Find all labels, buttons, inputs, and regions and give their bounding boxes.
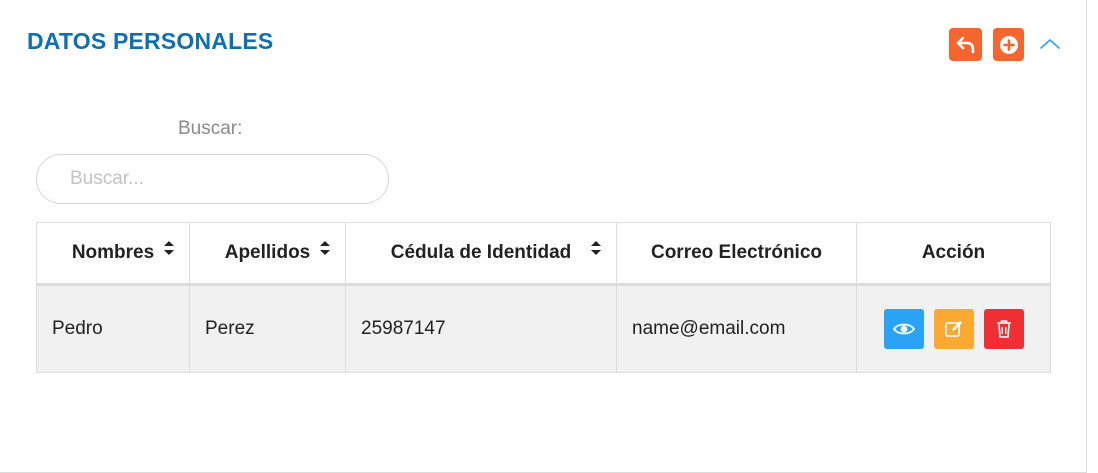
column-header-correo: Correo Electrónico: [616, 222, 857, 286]
cell-actions: [856, 284, 1051, 373]
column-header-cedula[interactable]: Cédula de Identidad: [345, 222, 617, 286]
panel-title: DATOS PERSONALES: [27, 28, 274, 54]
eye-icon: [892, 323, 915, 335]
sort-icon: [591, 241, 601, 255]
back-button[interactable]: [949, 28, 982, 61]
column-header-apellidos[interactable]: Apellidos: [189, 222, 346, 286]
edit-icon: [944, 321, 962, 337]
column-label: Cédula de Identidad: [390, 242, 572, 263]
personal-data-table: Nombres Apellidos Cédula de Identidad Co…: [36, 222, 1051, 373]
search-label: Buscar:: [178, 118, 243, 139]
edit-button[interactable]: [933, 309, 974, 349]
trash-icon: [996, 320, 1011, 338]
column-label: Nombres: [71, 242, 155, 263]
chevron-up-icon: [1040, 39, 1060, 49]
cell-nombres: Pedro: [36, 284, 190, 373]
sort-icon: [320, 241, 330, 255]
column-header-nombres[interactable]: Nombres: [36, 222, 190, 286]
column-label: Acción: [921, 242, 986, 263]
column-label: Correo Electrónico: [650, 242, 823, 263]
column-header-accion: Acción: [856, 222, 1051, 286]
table-header-row: Nombres Apellidos Cédula de Identidad Co…: [36, 222, 1051, 286]
cell-apellidos: Perez: [189, 284, 346, 373]
table-row: Pedro Perez 25987147 name@email.com: [36, 284, 1051, 373]
sort-icon: [164, 241, 174, 255]
personal-data-panel: DATOS PERSONALES Buscar: Nombres: [0, 0, 1087, 473]
cell-cedula: 25987147: [345, 284, 617, 373]
plus-circle-icon: [999, 35, 1018, 54]
add-button[interactable]: [993, 28, 1024, 61]
view-button[interactable]: [883, 309, 924, 349]
delete-button[interactable]: [983, 309, 1024, 349]
undo-arrow-icon: [956, 36, 974, 53]
cell-correo: name@email.com: [616, 284, 857, 373]
column-label: Apellidos: [224, 242, 311, 263]
collapse-button[interactable]: [1038, 34, 1062, 54]
search-input[interactable]: [36, 154, 389, 204]
